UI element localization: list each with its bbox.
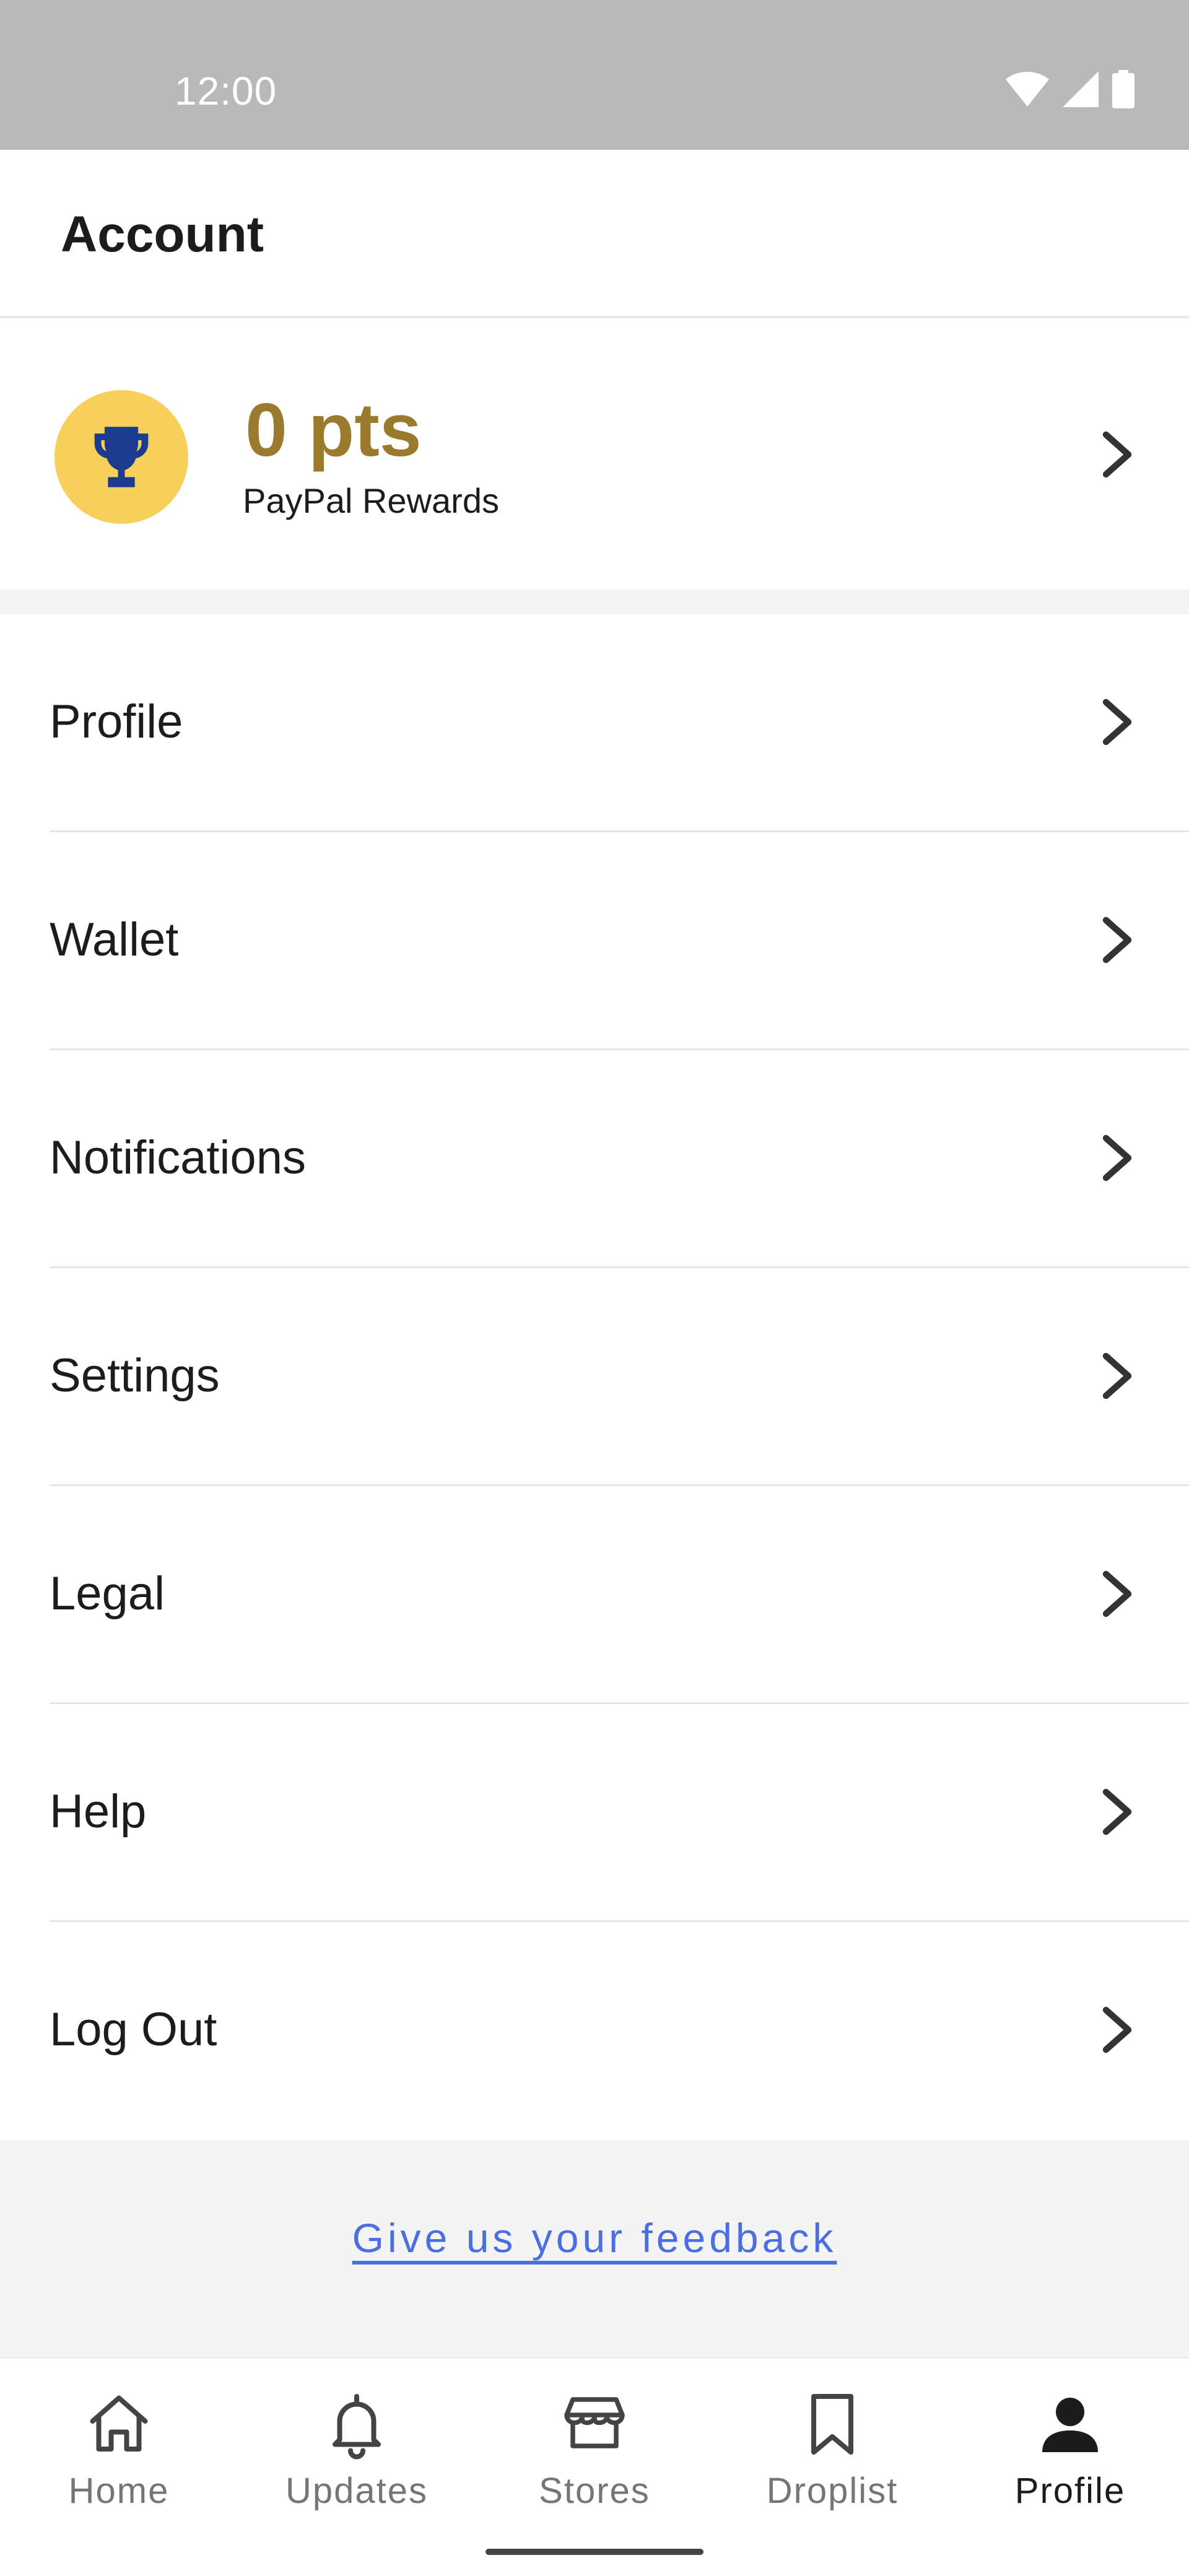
menu-item-label: Log Out [50, 2003, 217, 2056]
nav-label: Home [68, 2471, 170, 2511]
feedback-link[interactable]: Give us your feedback [0, 2214, 1189, 2261]
nav-item-home[interactable]: Home [0, 2359, 238, 2576]
app-bar: Account [0, 150, 1189, 318]
chevron-right-icon [1102, 1134, 1132, 1181]
nav-item-droplist[interactable]: Droplist [713, 2359, 951, 2576]
wifi-icon [1006, 72, 1049, 107]
chevron-right-icon [1102, 916, 1132, 964]
chevron-right-icon [1102, 1570, 1132, 1617]
bell-icon [333, 2394, 381, 2460]
nav-label: Updates [285, 2471, 429, 2511]
person-icon [1042, 2398, 1098, 2452]
signal-icon [1063, 71, 1099, 107]
nav-label: Profile [1014, 2471, 1126, 2511]
trophy-icon [94, 427, 149, 487]
menu-item-settings[interactable]: Settings [0, 1268, 1189, 1486]
menu-item-notifications[interactable]: Notifications [0, 1050, 1189, 1268]
menu-item-label: Notifications [50, 1131, 306, 1184]
menu-item-label: Help [50, 1785, 147, 1838]
chevron-right-icon [1102, 431, 1132, 478]
status-time: 12:00 [175, 69, 277, 113]
chevron-right-icon [1102, 698, 1132, 746]
nav-item-profile[interactable]: Profile [951, 2359, 1189, 2576]
nav-label: Stores [539, 2471, 650, 2511]
menu-item-profile[interactable]: Profile [0, 614, 1189, 832]
status-icons [1006, 69, 1135, 109]
nav-label: Droplist [766, 2471, 899, 2511]
rewards-label: PayPal Rewards [243, 481, 499, 520]
nav-item-updates[interactable]: Updates [238, 2359, 476, 2576]
menu-item-label: Profile [50, 695, 183, 748]
rewards-points: 0 pts [245, 388, 422, 472]
menu-item-label: Wallet [50, 913, 179, 966]
account-menu: Profile Wallet Notifications Settings Le… [0, 614, 1189, 2140]
page-title: Account [61, 206, 264, 263]
home-icon [90, 2395, 148, 2452]
battery-icon [1112, 70, 1135, 108]
trophy-badge [54, 390, 188, 524]
chevron-right-icon [1102, 1788, 1132, 1835]
bottom-nav: Home Updates Stores Droplist Profile [0, 2357, 1189, 2576]
account-screen: 12:00 Account 0 pts PayPal Rewards Profi… [0, 0, 1189, 2576]
rewards-card[interactable]: 0 pts PayPal Rewards [0, 318, 1189, 590]
menu-item-legal[interactable]: Legal [0, 1486, 1189, 1704]
menu-item-help[interactable]: Help [0, 1704, 1189, 1922]
home-indicator[interactable] [486, 2549, 703, 2555]
menu-item-log-out[interactable]: Log Out [0, 1922, 1189, 2140]
status-bar: 12:00 [0, 0, 1189, 150]
menu-item-wallet[interactable]: Wallet [0, 832, 1189, 1050]
store-icon [564, 2397, 625, 2448]
chevron-right-icon [1102, 1352, 1132, 1399]
chevron-right-icon [1102, 2006, 1132, 2053]
section-divider [0, 590, 1189, 614]
feedback-section: Give us your feedback [0, 2140, 1189, 2357]
nav-item-stores[interactable]: Stores [476, 2359, 713, 2576]
bookmark-icon [811, 2394, 853, 2455]
menu-item-label: Settings [50, 1349, 220, 1402]
menu-item-label: Legal [50, 1567, 165, 1620]
